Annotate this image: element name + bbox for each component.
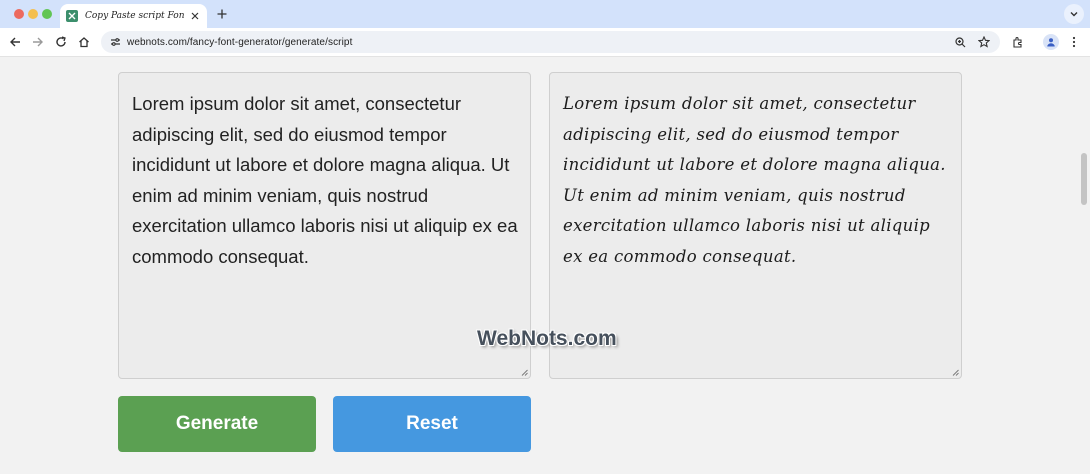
input-textarea[interactable]: Lorem ipsum dolor sit amet, consectetur … — [118, 72, 531, 379]
profile-icon — [1043, 34, 1059, 50]
resize-grip-icon[interactable] — [521, 369, 528, 376]
site-favicon-icon — [66, 10, 78, 22]
forward-arrow-icon[interactable] — [30, 34, 46, 50]
back-arrow-icon[interactable] — [7, 34, 23, 50]
address-bar[interactable]: webnots.com/fancy-font-generator/generat… — [101, 31, 1000, 53]
profile-avatar[interactable] — [1043, 34, 1059, 50]
reset-button[interactable]: Reset — [333, 396, 531, 452]
browser-tab[interactable]: Copy Paste script Font Generator — [60, 4, 207, 28]
bookmark-star-icon[interactable] — [976, 34, 992, 50]
zoom-icon[interactable] — [952, 34, 968, 50]
minimize-window-button[interactable] — [28, 9, 38, 19]
close-tab-icon[interactable] — [189, 10, 201, 22]
page-content: Lorem ipsum dolor sit amet, consectetur … — [0, 57, 1090, 474]
site-info-icon[interactable] — [109, 36, 121, 48]
page-scrollbar[interactable] — [1079, 57, 1090, 474]
reload-icon[interactable] — [53, 34, 69, 50]
tab-title: Copy Paste script Font Generator — [85, 11, 185, 21]
url-text: webnots.com/fancy-font-generator/generat… — [127, 36, 353, 48]
scrollbar-thumb[interactable] — [1081, 153, 1087, 205]
output-text: Lorem ipsum dolor sit amet, consectetur … — [563, 94, 946, 266]
home-icon[interactable] — [76, 34, 92, 50]
extensions-icon[interactable] — [1010, 34, 1026, 50]
new-tab-icon[interactable] — [214, 6, 230, 22]
watermark-logo: WebNots.com — [477, 327, 617, 350]
input-text: Lorem ipsum dolor sit amet, consectetur … — [132, 93, 518, 267]
tab-search-chevron-icon[interactable] — [1064, 4, 1084, 24]
close-window-button[interactable] — [14, 9, 24, 19]
maximize-window-button[interactable] — [42, 9, 52, 19]
generate-button[interactable]: Generate — [118, 396, 316, 452]
tab-strip: Copy Paste script Font Generator — [0, 0, 1090, 28]
browser-toolbar: webnots.com/fancy-font-generator/generat… — [0, 28, 1090, 57]
resize-grip-icon[interactable] — [952, 369, 959, 376]
browser-menu-icon[interactable] — [1066, 34, 1082, 50]
